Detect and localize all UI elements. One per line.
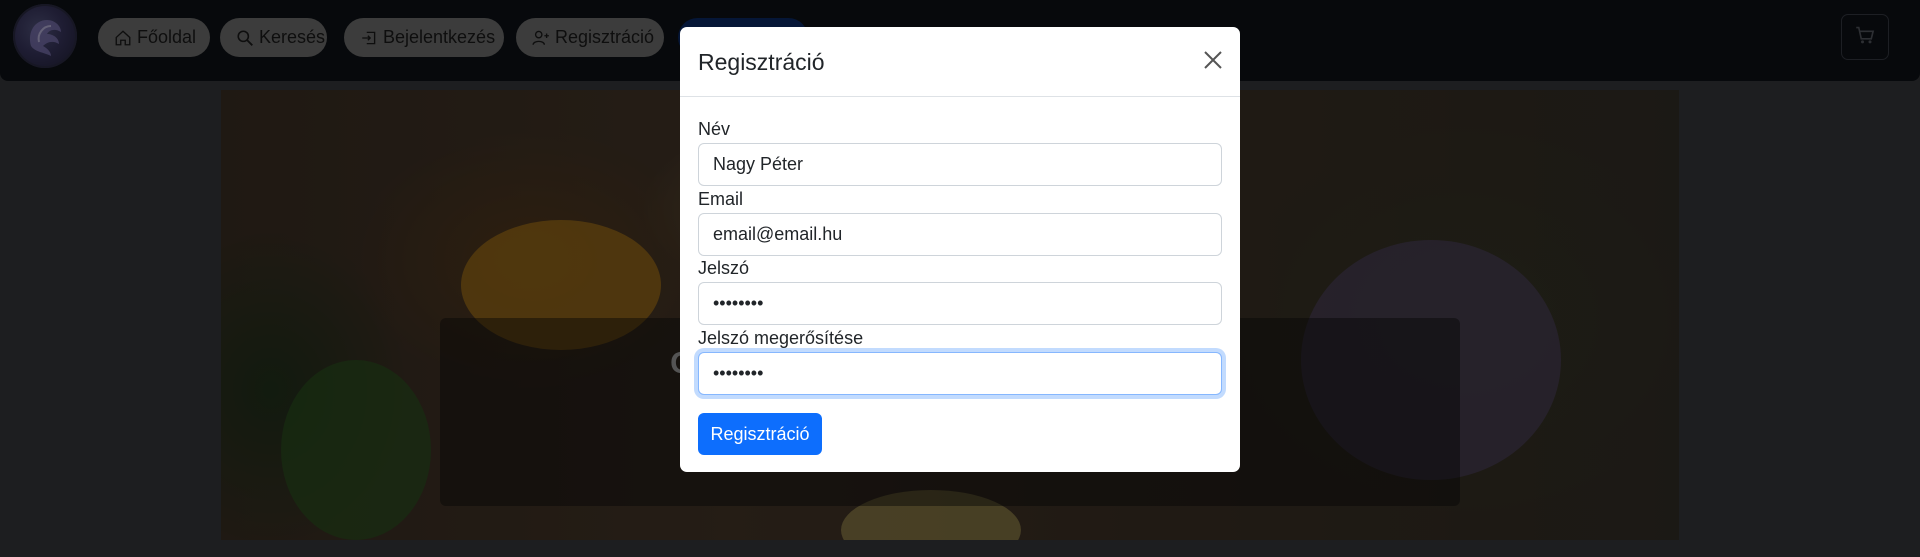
name-label: Név <box>698 119 731 139</box>
confirm-password-label: Jelszó megerősítése <box>698 328 864 348</box>
modal-header: Regisztráció <box>680 27 1240 97</box>
modal-title: Regisztráció <box>698 49 825 75</box>
register-submit-button[interactable]: Regisztráció <box>698 413 822 455</box>
password-input[interactable] <box>698 282 1222 325</box>
email-label: Email <box>698 189 744 209</box>
confirm-password-input[interactable] <box>698 352 1222 395</box>
close-icon <box>1203 50 1223 75</box>
password-label: Jelszó <box>698 258 750 278</box>
email-input[interactable] <box>698 213 1222 256</box>
register-modal: Regisztráció Név Email Jelszó Jelszó meg… <box>680 27 1240 472</box>
close-button[interactable] <box>1200 49 1226 75</box>
name-input[interactable] <box>698 143 1222 186</box>
